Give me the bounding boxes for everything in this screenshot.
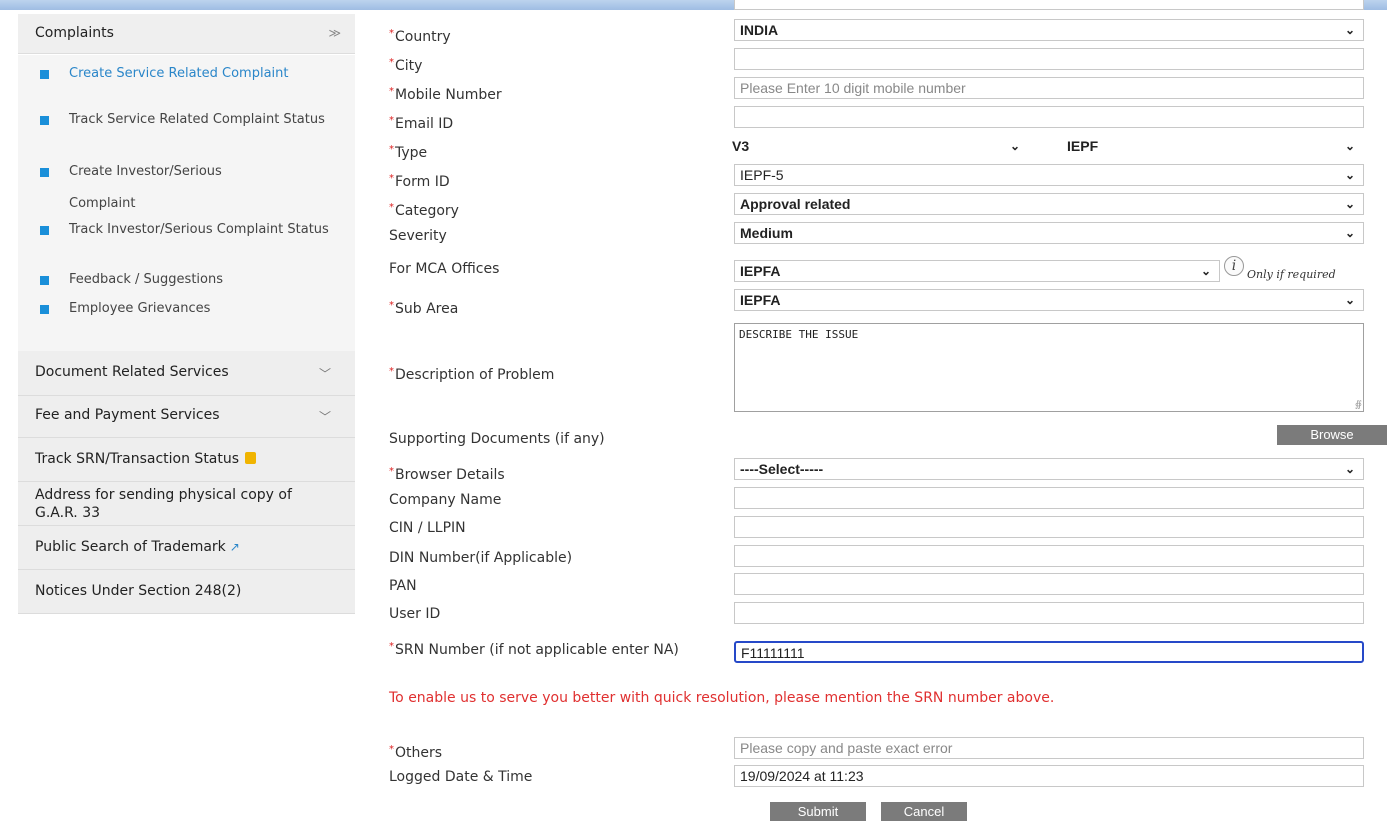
sidebar-item-label: Employee Grievances bbox=[69, 301, 211, 316]
others-input[interactable]: Please copy and paste exact error bbox=[734, 737, 1364, 759]
browser-details-select[interactable]: ----Select----- bbox=[734, 458, 1364, 480]
chevron-down-icon bbox=[1345, 21, 1355, 39]
collapse-icon[interactable]: ≫ bbox=[328, 26, 341, 40]
bullet-icon bbox=[40, 305, 49, 314]
sidebar-complaints-list: Create Service Related Complaint Track S… bbox=[18, 55, 355, 351]
cin-label: CIN / LLPIN bbox=[389, 520, 466, 536]
country-select[interactable]: INDIA bbox=[734, 19, 1364, 41]
sub-area-label: *Sub Area bbox=[389, 300, 459, 317]
mca-offices-label: For MCA Offices bbox=[389, 261, 500, 277]
company-name-label: Company Name bbox=[389, 492, 502, 508]
lock-icon bbox=[245, 452, 257, 464]
type-select[interactable]: V3 bbox=[726, 135, 1029, 157]
section-label: Address for sending physical copy of G.A… bbox=[35, 487, 292, 521]
severity-label: Severity bbox=[389, 228, 447, 244]
sidebar-item-label: Track Service Related Complaint Status bbox=[69, 112, 325, 127]
sidebar: Complaints ≫ Create Service Related Comp… bbox=[18, 14, 355, 614]
sidebar-section-track-srn[interactable]: Track SRN/Transaction Status bbox=[18, 438, 355, 482]
srn-input[interactable]: F11111111 bbox=[734, 641, 1364, 663]
bullet-icon bbox=[40, 226, 49, 235]
bullet-icon bbox=[40, 168, 49, 177]
sidebar-section-fee-payment[interactable]: Fee and Payment Services ﹀ bbox=[18, 396, 355, 438]
sidebar-item-label: Create Service Related Complaint bbox=[69, 66, 289, 81]
form-id-select[interactable]: IEPF-5 bbox=[734, 164, 1364, 186]
bullet-icon bbox=[40, 116, 49, 125]
chevron-down-icon bbox=[1345, 291, 1355, 309]
type-label: *Type bbox=[389, 144, 428, 161]
severity-select[interactable]: Medium bbox=[734, 222, 1364, 244]
email-label: *Email ID bbox=[389, 115, 454, 132]
sidebar-header-label: Complaints bbox=[35, 25, 114, 41]
chevron-down-icon: ﹀ bbox=[318, 410, 331, 424]
section-label: Notices Under Section 248(2) bbox=[35, 583, 242, 599]
mobile-label: *Mobile Number bbox=[389, 86, 502, 103]
chevron-down-icon bbox=[1345, 166, 1355, 184]
resize-grip-icon[interactable]: ∯ bbox=[1355, 400, 1362, 410]
sidebar-section-notices-248[interactable]: Notices Under Section 248(2) bbox=[18, 570, 355, 614]
form-id-label: *Form ID bbox=[389, 173, 450, 190]
info-icon[interactable]: i bbox=[1224, 256, 1244, 276]
chevron-down-icon bbox=[1345, 137, 1355, 155]
company-name-input[interactable] bbox=[734, 487, 1364, 509]
city-label: *City bbox=[389, 57, 423, 74]
pan-input[interactable] bbox=[734, 573, 1364, 595]
bullet-icon bbox=[40, 276, 49, 285]
chevron-down-icon: ﹀ bbox=[318, 367, 331, 381]
supporting-docs-label: Supporting Documents (if any) bbox=[389, 431, 605, 447]
mobile-input[interactable]: Please Enter 10 digit mobile number bbox=[734, 77, 1364, 99]
sidebar-item-label: Feedback / Suggestions bbox=[69, 272, 223, 287]
section-label: Fee and Payment Services bbox=[35, 407, 220, 423]
category-label: *Category bbox=[389, 202, 459, 219]
others-label: *Others bbox=[389, 744, 443, 761]
sidebar-item-label: Track Investor/Serious Complaint Status bbox=[69, 222, 329, 237]
country-label: *Country bbox=[389, 28, 451, 45]
sidebar-item-label: Create Investor/Serious bbox=[69, 164, 222, 179]
logged-datetime-input: 19/09/2024 at 11:23 bbox=[734, 765, 1364, 787]
sub-area-select[interactable]: IEPFA bbox=[734, 289, 1364, 311]
section-label: Public Search of Trademark bbox=[35, 539, 226, 555]
mca-offices-select[interactable]: IEPFA bbox=[734, 260, 1220, 282]
description-textarea[interactable]: DESCRIBE THE ISSUE ∯ bbox=[734, 323, 1364, 412]
chevron-down-icon bbox=[1201, 262, 1211, 280]
chevron-down-icon bbox=[1345, 460, 1355, 478]
srn-help-text: To enable us to serve you better with qu… bbox=[389, 690, 1055, 706]
section-label: Document Related Services bbox=[35, 364, 229, 380]
description-label: *Description of Problem bbox=[389, 366, 555, 383]
sidebar-section-gar33-address[interactable]: Address for sending physical copy of G.A… bbox=[18, 482, 355, 526]
sidebar-item-label: Complaint bbox=[69, 196, 136, 211]
only-if-required-note: Only if required bbox=[1247, 268, 1336, 281]
external-link-icon: ↗ bbox=[229, 540, 240, 554]
city-input[interactable] bbox=[734, 48, 1364, 70]
cancel-button[interactable]: Cancel bbox=[881, 802, 967, 821]
user-id-input[interactable] bbox=[734, 602, 1364, 624]
user-id-label: User ID bbox=[389, 606, 441, 622]
chevron-down-icon bbox=[1345, 195, 1355, 213]
submit-button[interactable]: Submit bbox=[770, 802, 866, 821]
logged-datetime-label: Logged Date & Time bbox=[389, 769, 533, 785]
cin-input[interactable] bbox=[734, 516, 1364, 538]
category-select[interactable]: Approval related bbox=[734, 193, 1364, 215]
sidebar-section-trademark-search[interactable]: Public Search of Trademark ↗ bbox=[18, 526, 355, 570]
email-input[interactable] bbox=[734, 106, 1364, 128]
bullet-icon bbox=[40, 70, 49, 79]
sidebar-header-complaints[interactable]: Complaints ≫ bbox=[18, 14, 355, 54]
din-input[interactable] bbox=[734, 545, 1364, 567]
chevron-down-icon bbox=[1010, 137, 1020, 155]
pan-label: PAN bbox=[389, 578, 417, 594]
din-label: DIN Number(if Applicable) bbox=[389, 550, 573, 566]
previous-field[interactable] bbox=[734, 0, 1364, 10]
section-label: Track SRN/Transaction Status bbox=[35, 451, 240, 467]
browser-details-label: *Browser Details bbox=[389, 466, 505, 483]
type-subselect[interactable]: IEPF bbox=[1061, 135, 1364, 157]
chevron-down-icon bbox=[1345, 224, 1355, 242]
sidebar-section-document-services[interactable]: Document Related Services ﹀ bbox=[18, 351, 355, 396]
srn-label: *SRN Number (if not applicable enter NA) bbox=[389, 641, 679, 658]
browse-button[interactable]: Browse bbox=[1277, 425, 1387, 445]
